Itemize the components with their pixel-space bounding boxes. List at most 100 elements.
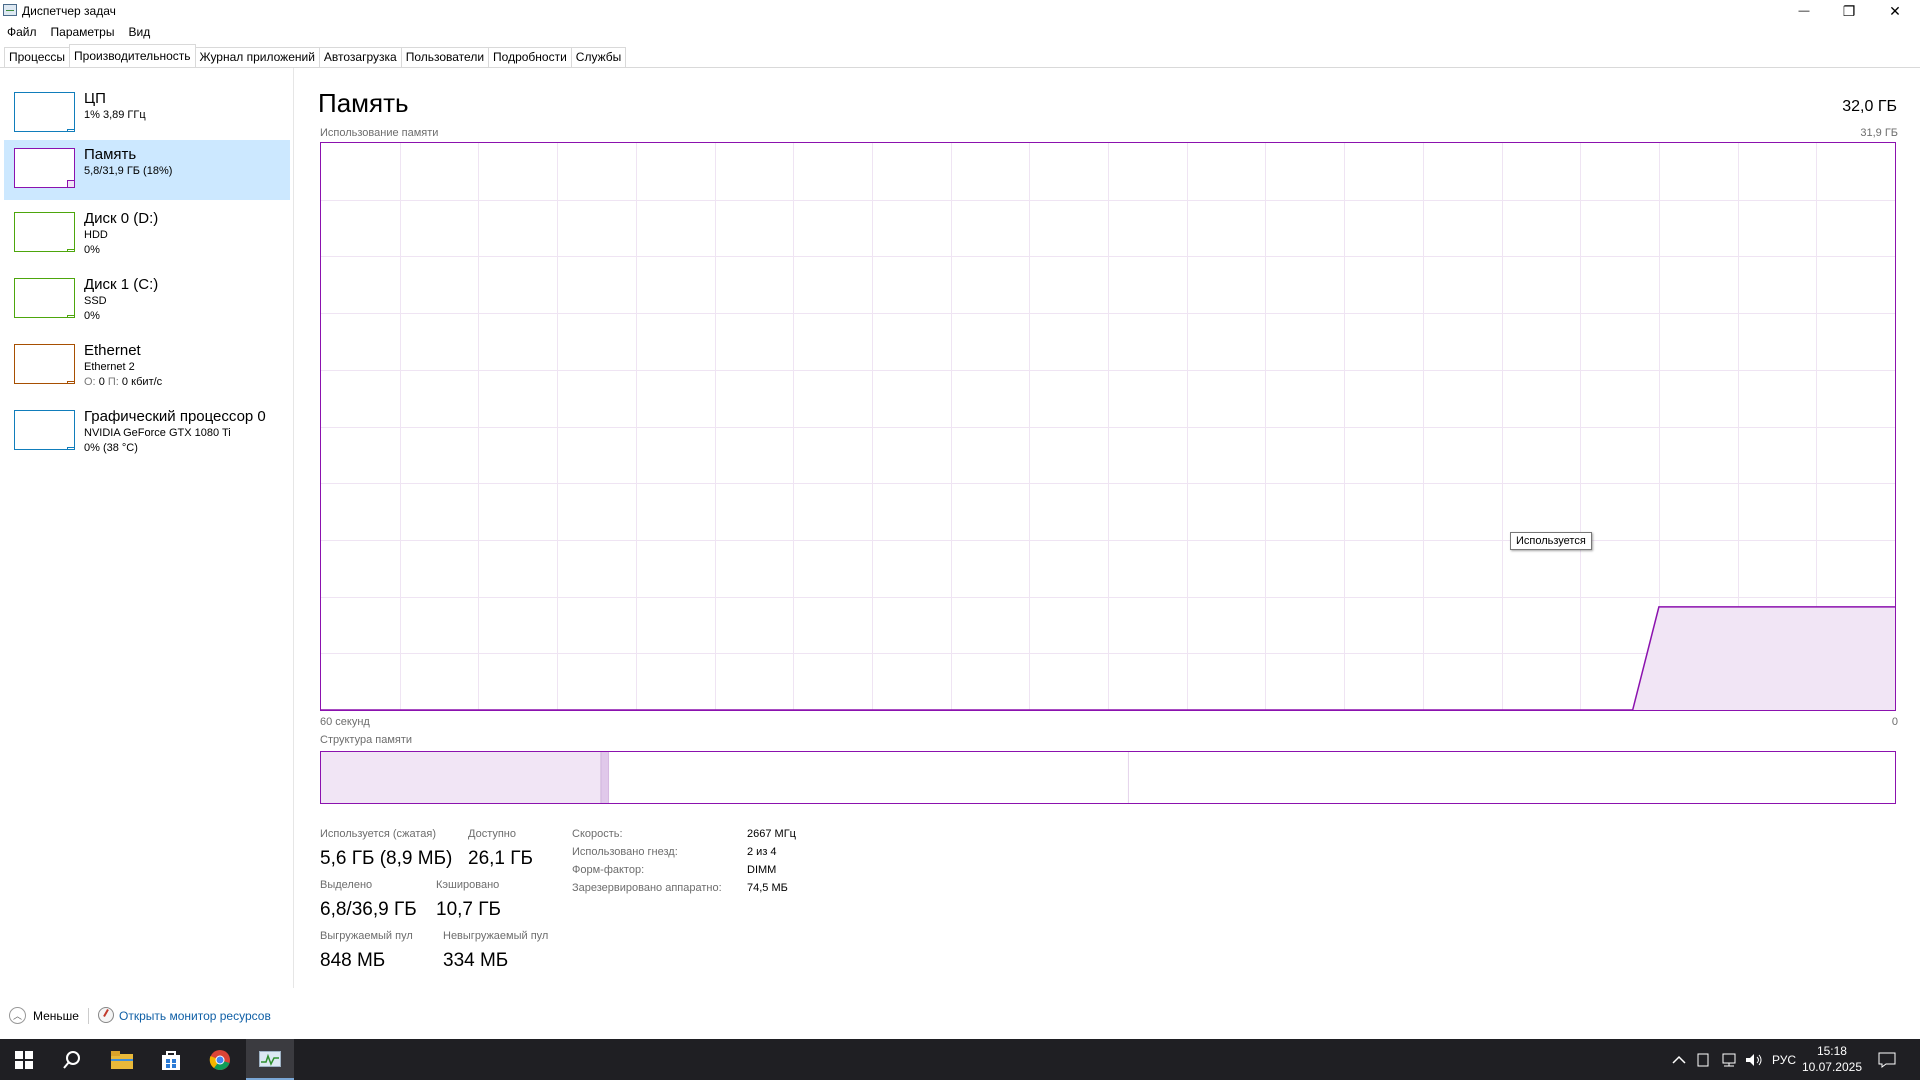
mini-graph-level <box>67 381 74 383</box>
sidebar-item-usage: 0% <box>84 310 100 322</box>
tab-performance[interactable]: Производительность <box>69 44 196 65</box>
memory-usage-svg <box>321 143 1895 710</box>
performance-sidebar: ЦП 1% 3,89 ГГц Память 5,8/31,9 ГБ (18%) … <box>0 68 294 988</box>
minimize-button[interactable]: — <box>1781 0 1827 22</box>
minimize-icon: — <box>1798 5 1810 17</box>
available-value: 26,1 ГБ <box>468 848 534 869</box>
tab-users[interactable]: Пользователи <box>400 47 490 67</box>
resource-monitor-icon <box>98 1007 114 1023</box>
sidebar-item-detail: 5,8/31,9 ГБ (18%) <box>84 165 173 177</box>
sidebar-item-gpu[interactable]: Графический процессор 0 NVIDIA GeForce G… <box>4 402 290 462</box>
time-axis-right: 0 <box>1891 716 1898 728</box>
tab-app-history[interactable]: Журнал приложений <box>194 47 320 67</box>
memory-mini-graph <box>14 148 75 188</box>
sidebar-item-cpu[interactable]: ЦП 1% 3,89 ГГц <box>4 84 290 144</box>
sidebar-item-title: Графический процессор 0 <box>84 408 266 425</box>
usage-chart-label: Использование памяти <box>320 127 439 139</box>
page-title: Память <box>318 88 409 118</box>
committed-value: 6,8/36,9 ГБ <box>320 899 417 920</box>
search-button[interactable] <box>48 1039 96 1080</box>
notifications-icon[interactable] <box>1878 1039 1896 1080</box>
search-icon <box>63 1050 80 1069</box>
store-icon <box>162 1050 180 1070</box>
cached-value: 10,7 ГБ <box>436 899 502 920</box>
structure-standby <box>609 752 1129 803</box>
fewer-details-link[interactable]: Меньше <box>33 1009 79 1023</box>
total-memory: 32,0 ГБ <box>1842 98 1897 115</box>
sidebar-item-memory[interactable]: Память 5,8/31,9 ГБ (18%) <box>4 140 290 200</box>
receive-label: П: <box>107 376 119 388</box>
send-label: О: <box>84 376 96 388</box>
spec-reserved-value: 74,5 МБ <box>747 882 788 894</box>
chrome-icon <box>209 1049 230 1070</box>
spec-reserved-label: Зарезервировано аппаратно: <box>572 882 722 894</box>
paged-pool-value: 848 МБ <box>320 950 386 971</box>
tab-services[interactable]: Службы <box>570 47 627 67</box>
spec-slots-label: Использовано гнезд: <box>572 846 678 858</box>
mini-graph-level <box>67 129 74 131</box>
tab-startup[interactable]: Автозагрузка <box>318 47 402 67</box>
sidebar-item-title: Диск 0 (D:) <box>84 210 159 227</box>
tab-processes[interactable]: Процессы <box>4 47 71 67</box>
spec-form-factor-label: Форм-фактор: <box>572 864 645 876</box>
ethernet-mini-graph <box>14 344 75 384</box>
input-language[interactable]: РУС <box>1772 1039 1796 1080</box>
in-use-label: Используется (сжатая) <box>320 828 437 840</box>
memory-usage-chart[interactable] <box>320 142 1896 711</box>
memory-structure-bar[interactable] <box>320 751 1896 804</box>
close-button[interactable]: ✕ <box>1872 0 1918 22</box>
disk-0-mini-graph <box>14 212 75 252</box>
menu-view[interactable]: Вид <box>121 24 157 42</box>
task-manager-taskbar-button[interactable] <box>246 1039 294 1080</box>
sidebar-item-disk-0[interactable]: Диск 0 (D:) HDD 0% <box>4 204 290 264</box>
open-resource-monitor-link[interactable]: Открыть монитор ресурсов <box>119 1009 271 1023</box>
tab-details[interactable]: Подробности <box>488 47 572 67</box>
sidebar-item-detail: HDD <box>84 229 108 241</box>
usage-chart-max: 31,9 ГБ <box>1860 127 1898 139</box>
chrome-button[interactable] <box>196 1039 244 1080</box>
close-icon: ✕ <box>1889 2 1901 19</box>
task-manager-icon <box>259 1050 281 1067</box>
send-value: 0 <box>98 376 105 388</box>
sidebar-item-title: Диск 1 (C:) <box>84 276 159 293</box>
task-manager-app-icon <box>3 4 17 16</box>
sidebar-item-detail: Ethernet 2 <box>84 361 135 373</box>
chevron-up-icon[interactable]: ︿ <box>9 1007 26 1024</box>
sidebar-item-usage: 0% (38 °C) <box>84 442 138 454</box>
structure-in-use <box>321 752 602 803</box>
volume-icon[interactable] <box>1745 1039 1763 1080</box>
spec-speed-value: 2667 МГц <box>747 828 796 840</box>
menu-options[interactable]: Параметры <box>44 24 122 42</box>
title-bar: Диспетчер задач — ❐ ✕ <box>0 0 1920 22</box>
nonpaged-pool-value: 334 МБ <box>443 950 509 971</box>
menu-file[interactable]: Файл <box>0 24 44 42</box>
sidebar-item-ethernet[interactable]: Ethernet Ethernet 2 О: 0 П: 0 кбит/с <box>4 336 290 396</box>
available-label: Доступно <box>468 828 517 840</box>
tablet-mode-icon[interactable] <box>1697 1039 1709 1080</box>
file-explorer-button[interactable] <box>98 1039 146 1080</box>
sidebar-item-disk-1[interactable]: Диск 1 (C:) SSD 0% <box>4 270 290 330</box>
clock-time: 15:18 <box>1816 1044 1847 1058</box>
committed-label: Выделено <box>320 879 373 891</box>
sidebar-item-title: ЦП <box>84 90 106 107</box>
mini-graph-level <box>67 315 74 317</box>
task-manager-window: Диспетчер задач — ❐ ✕ Файл Параметры Вид… <box>0 0 1920 1039</box>
time-axis-left: 60 секунд <box>320 716 370 728</box>
start-button[interactable] <box>0 1039 48 1080</box>
sidebar-item-detail: SSD <box>84 295 107 307</box>
tray-overflow-chevron-icon[interactable] <box>1672 1039 1686 1080</box>
store-button[interactable] <box>147 1039 195 1080</box>
in-use-value: 5,6 ГБ (8,9 МБ) <box>320 848 453 869</box>
restore-button[interactable]: ❐ <box>1826 0 1872 22</box>
taskbar-clock[interactable]: 15:18 10.07.2025 <box>1802 1043 1862 1075</box>
restore-icon: ❐ <box>1842 2 1856 19</box>
mini-graph-level <box>67 249 74 251</box>
sidebar-item-throughput: О: 0 П: 0 кбит/с <box>84 376 162 388</box>
cpu-mini-graph <box>14 92 75 132</box>
structure-free <box>1128 752 1895 803</box>
memory-structure-svg <box>321 752 1895 803</box>
sidebar-item-detail: 1% 3,89 ГГц <box>84 109 146 121</box>
menu-bar: Файл Параметры Вид <box>0 24 157 42</box>
network-icon[interactable] <box>1720 1039 1738 1080</box>
structure-label: Структура памяти <box>320 734 413 746</box>
